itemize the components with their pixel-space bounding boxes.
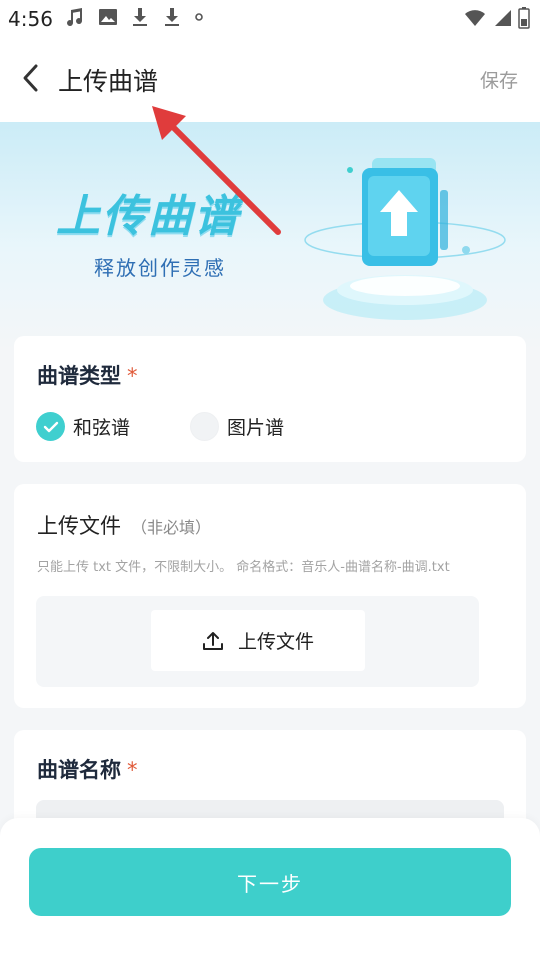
option-label: 和弦谱 bbox=[73, 417, 131, 439]
page-title: 上传曲谱 bbox=[58, 67, 159, 96]
banner-subtitle: 释放创作灵感 bbox=[94, 256, 226, 280]
back-button[interactable] bbox=[12, 58, 48, 98]
upload-button-label: 上传文件 bbox=[237, 631, 314, 653]
next-step-button[interactable]: 下一步 bbox=[29, 848, 511, 916]
required-star: * bbox=[127, 364, 138, 388]
option-image-score[interactable]: 图片谱 bbox=[190, 412, 284, 441]
upload-file-illustration bbox=[304, 158, 506, 320]
signal-icon bbox=[495, 10, 511, 26]
download-icon bbox=[133, 8, 147, 26]
score-name-label: 曲谱名称 * bbox=[37, 754, 138, 784]
download-icon bbox=[165, 8, 179, 26]
image-icon bbox=[99, 9, 117, 25]
score-type-card: 曲谱类型 * 和弦谱 图片谱 bbox=[14, 336, 526, 462]
upload-label: 上传文件 （非必填） bbox=[37, 510, 211, 540]
save-button[interactable]: 保存 bbox=[480, 66, 518, 93]
score-name-label-text: 曲谱名称 bbox=[37, 758, 121, 782]
battery-icon bbox=[518, 7, 530, 29]
optional-note: （非必填） bbox=[131, 518, 212, 537]
upload-label-text: 上传文件 bbox=[37, 514, 121, 538]
score-type-label-text: 曲谱类型 bbox=[37, 364, 121, 388]
upload-icon bbox=[202, 631, 223, 650]
upload-file-card: 上传文件 （非必填） 只能上传 txt 文件，不限制大小。 命名格式：音乐人-曲谱… bbox=[14, 484, 526, 708]
next-step-label: 下一步 bbox=[237, 871, 303, 896]
status-system-icons bbox=[464, 7, 530, 29]
banner-title: 上传曲谱 bbox=[56, 191, 240, 242]
score-type-label: 曲谱类型 * bbox=[37, 360, 138, 390]
option-label: 图片谱 bbox=[227, 417, 285, 439]
wifi-icon bbox=[465, 10, 485, 26]
option-chord-score[interactable]: 和弦谱 bbox=[36, 412, 130, 441]
hero-banner: 上传曲谱 释放创作灵感 bbox=[0, 122, 540, 352]
required-star: * bbox=[127, 758, 138, 782]
radio-checked[interactable] bbox=[36, 412, 65, 441]
chevron-left-icon bbox=[23, 64, 38, 92]
check-icon bbox=[43, 421, 58, 432]
score-type-options: 和弦谱 图片谱 bbox=[36, 412, 284, 441]
status-notification-icons bbox=[64, 6, 204, 28]
status-bar: 4:56 bbox=[0, 0, 540, 36]
radio-unchecked[interactable] bbox=[190, 412, 220, 441]
upload-file-button[interactable]: 上传文件 bbox=[151, 610, 365, 671]
upload-dropzone: 上传文件 bbox=[36, 596, 479, 687]
music-icon bbox=[67, 8, 83, 27]
status-time: 4:56 bbox=[8, 7, 53, 31]
bottom-action-bar: 下一步 bbox=[0, 818, 540, 960]
top-app-bar: 上传曲谱 保存 bbox=[0, 36, 540, 122]
upload-hint: 只能上传 txt 文件，不限制大小。 命名格式：音乐人-曲谱名称-曲调.txt bbox=[37, 560, 450, 575]
dot-icon bbox=[195, 13, 203, 21]
